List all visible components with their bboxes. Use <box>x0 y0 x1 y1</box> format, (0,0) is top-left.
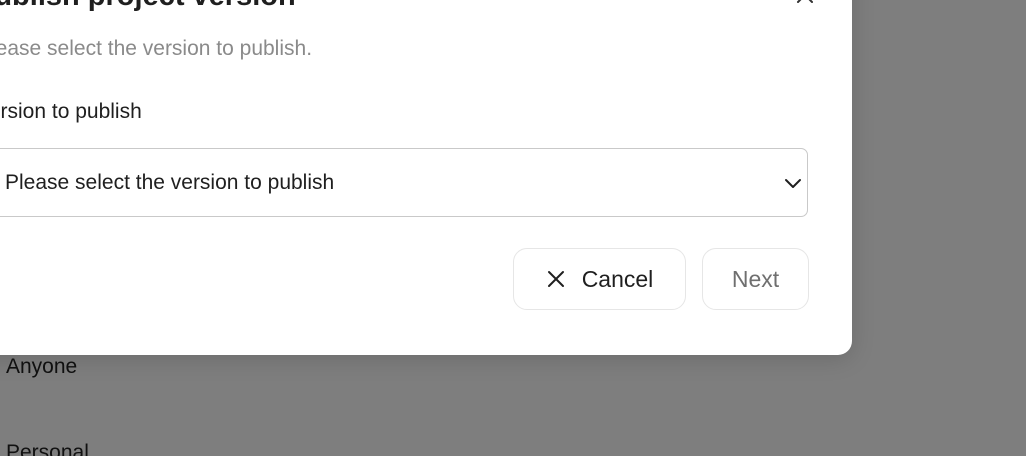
cancel-button[interactable]: Cancel <box>513 248 686 310</box>
publish-version-dialog: Publish project version Please select th… <box>0 0 852 355</box>
version-field-label: Version to publish <box>0 100 142 123</box>
close-icon[interactable] <box>796 0 814 4</box>
version-select[interactable]: Please select the version to publish <box>0 148 808 217</box>
next-button[interactable]: Next <box>702 248 809 310</box>
chevron-down-icon <box>785 179 801 188</box>
x-icon <box>547 271 564 287</box>
dialog-subtitle: Please select the version to publish. <box>0 37 313 60</box>
next-button-label: Next <box>731 265 780 292</box>
dialog-title: Publish project version <box>0 0 296 13</box>
cancel-button-label: Cancel <box>581 265 654 292</box>
version-select-placeholder: Please select the version to publish <box>5 171 335 194</box>
